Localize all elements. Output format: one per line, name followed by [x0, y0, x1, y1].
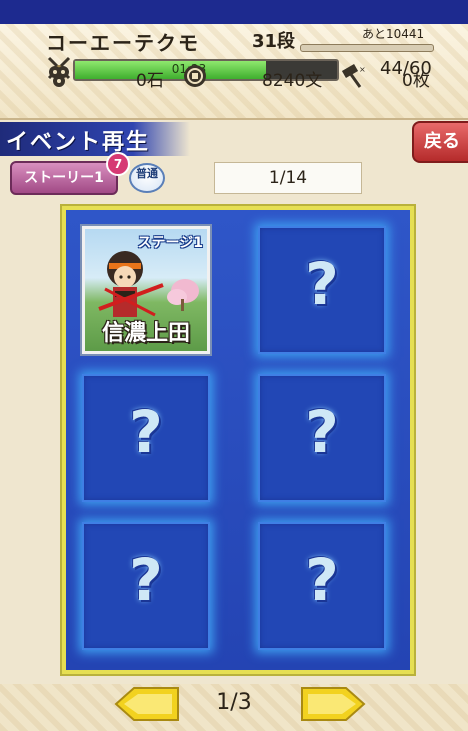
- question-mark-icon: ?: [129, 398, 163, 466]
- event-slot-locked[interactable]: ?: [82, 522, 210, 650]
- svg-text:×: ×: [359, 65, 366, 74]
- question-mark-icon: ?: [305, 398, 339, 466]
- stage-label: ステージ1: [137, 235, 203, 251]
- question-mark-icon: ?: [305, 250, 339, 318]
- event-slot-locked[interactable]: ?: [258, 226, 386, 354]
- event-slot-locked[interactable]: ?: [258, 374, 386, 502]
- ticket-value: 0枚: [402, 71, 430, 91]
- next-page-arrow-icon[interactable]: [300, 686, 366, 722]
- exp-to-next: あと10441: [362, 27, 425, 41]
- coin-icon: [184, 65, 206, 87]
- difficulty-normal-icon[interactable]: 普通: [129, 163, 165, 193]
- player-name: コーエーテクモ: [46, 31, 200, 55]
- rice-bales-icon: [49, 66, 69, 87]
- page-title-banner: イベント再生: [0, 122, 190, 156]
- koku-value: 0石: [136, 71, 164, 91]
- stage-location: 信濃上田: [101, 321, 190, 346]
- hammer-ticket-icon: ×: [341, 64, 366, 88]
- exp-bar: [300, 44, 434, 52]
- story-select-button[interactable]: ストーリー1: [10, 161, 118, 195]
- question-mark-icon: ?: [129, 546, 163, 614]
- question-mark-icon: ?: [305, 546, 339, 614]
- event-counter: 1/14: [214, 162, 362, 194]
- top-status-strip: [0, 0, 468, 24]
- back-button[interactable]: 戻る: [412, 121, 468, 163]
- mon-value: 8240文: [262, 71, 323, 91]
- page-title: イベント再生: [6, 130, 151, 155]
- page-indicator: 1/3: [216, 690, 252, 715]
- event-slot-stage-1[interactable]: ステージ1 信濃上田: [82, 226, 210, 354]
- difficulty-label: 普通: [136, 167, 158, 180]
- story-count-badge: 7: [106, 152, 130, 176]
- player-rank: 31段: [252, 31, 296, 52]
- player-status-header: コーエーテクモ 31段 あと10441 01:23 44/60 0石 8240文…: [0, 24, 468, 120]
- event-grid: ステージ1 信濃上田 ? ? ? ? ?: [62, 206, 414, 674]
- event-slot-locked[interactable]: ?: [82, 374, 210, 502]
- event-slot-locked[interactable]: ?: [258, 522, 386, 650]
